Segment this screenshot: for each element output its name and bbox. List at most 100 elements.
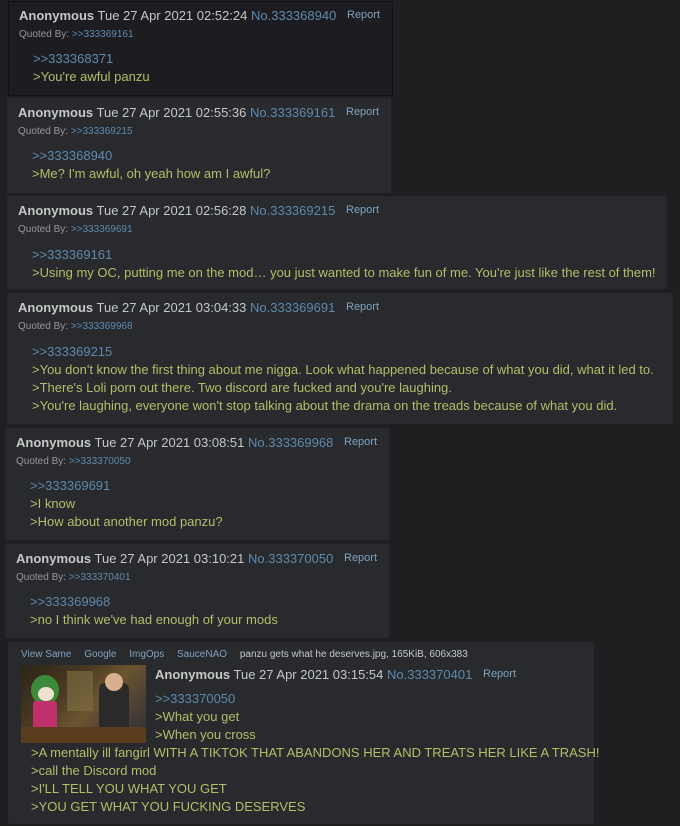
greentext-line: >There's Loli porn out there. Two discor… — [32, 380, 452, 395]
backlink[interactable]: >>333370401 — [69, 572, 131, 583]
greentext-line: >A mentally ill fangirl WITH A TIKTOK TH… — [31, 745, 600, 760]
greentext-line: >You're laughing, everyone won't stop ta… — [32, 398, 618, 413]
greentext-line: >I'LL TELL YOU WHAT YOU GET — [31, 781, 227, 796]
report-button[interactable]: Report — [483, 668, 516, 680]
quoted-by-label: Quoted By: — [18, 321, 69, 332]
backlink[interactable]: >>333370050 — [69, 456, 131, 467]
post-message: >>333369968 >no I think we've had enough… — [30, 593, 278, 629]
post-header: Anonymous Tue 27 Apr 2021 03:10:21 No.33… — [16, 551, 333, 566]
post-date: Tue 27 Apr 2021 03:08:51 — [94, 435, 245, 450]
post-date: Tue 27 Apr 2021 02:52:24 — [97, 8, 248, 23]
post-date: Tue 27 Apr 2021 03:10:21 — [94, 551, 245, 566]
poster-name: Anonymous — [16, 551, 92, 566]
post: Anonymous Tue 27 Apr 2021 03:08:51 No.33… — [5, 428, 389, 540]
quote-link[interactable]: >>333369215 — [32, 343, 654, 361]
post-number-link[interactable]: No.333370050 — [248, 551, 333, 566]
post-date: Tue 27 Apr 2021 02:55:36 — [96, 105, 247, 120]
poster-name: Anonymous — [18, 300, 94, 315]
backlink[interactable]: >>333369968 — [71, 321, 133, 332]
post: Anonymous Tue 27 Apr 2021 02:55:36 No.33… — [7, 98, 391, 193]
quote-link[interactable]: >>333369161 — [32, 246, 656, 264]
saucenao-link[interactable]: SauceNAO — [177, 649, 227, 660]
thumb-figure-2-head — [105, 673, 123, 691]
quoted-by: Quoted By: >>333369161 — [19, 29, 134, 40]
post-message: >>333368940 >Me? I'm awful, oh yeah how … — [32, 147, 270, 183]
post-header: Anonymous Tue 27 Apr 2021 02:55:36 No.33… — [18, 105, 335, 120]
backlink[interactable]: >>333369161 — [72, 29, 134, 40]
poster-name: Anonymous — [18, 203, 94, 218]
poster-name: Anonymous — [19, 8, 95, 23]
post-number-link[interactable]: No.333369215 — [250, 203, 335, 218]
file-info: View Same Google ImgOps SauceNAO panzu g… — [21, 649, 468, 660]
greentext-line: >You're awful panzu — [33, 69, 150, 84]
post-header: Anonymous Tue 27 Apr 2021 02:52:24 No.33… — [19, 8, 336, 23]
poster-name: Anonymous — [18, 105, 94, 120]
post-message: >>333369691 >I know >How about another m… — [30, 477, 223, 531]
post-message-continued: >A mentally ill fangirl WITH A TIKTOK TH… — [31, 744, 599, 816]
quote-link[interactable]: >>333368371 — [33, 50, 150, 68]
post-header: Anonymous Tue 27 Apr 2021 03:08:51 No.33… — [16, 435, 333, 450]
quote-link[interactable]: >>333369968 — [30, 593, 278, 611]
quoted-by: Quoted By: >>333370401 — [16, 572, 131, 583]
report-button[interactable]: Report — [346, 106, 379, 118]
post-message: >>333370050 >What you get >When you cros… — [155, 690, 256, 744]
post-number-link[interactable]: No.333369968 — [248, 435, 333, 450]
greentext-line: >call the Discord mod — [31, 763, 157, 778]
quoted-by: Quoted By: >>333370050 — [16, 456, 131, 467]
file-meta: , 165KiB, 606x383 — [386, 649, 468, 660]
poster-name: Anonymous — [155, 667, 231, 682]
image-thumbnail[interactable] — [21, 665, 146, 743]
post-number-link[interactable]: No.333369161 — [250, 105, 335, 120]
report-button[interactable]: Report — [344, 552, 377, 564]
report-button[interactable]: Report — [344, 436, 377, 448]
file-name-link[interactable]: panzu gets what he deserves.jpg — [240, 649, 386, 660]
quoted-by-label: Quoted By: — [16, 572, 67, 583]
greentext-line: >YOU GET WHAT YOU FUCKING DESERVES — [31, 799, 306, 814]
greentext-line: >Using my OC, putting me on the mod… you… — [32, 265, 656, 280]
post: Anonymous Tue 27 Apr 2021 02:56:28 No.33… — [7, 196, 667, 289]
post-number-link[interactable]: No.333369691 — [250, 300, 335, 315]
view-same-link[interactable]: View Same — [21, 649, 71, 660]
thumb-desk — [21, 727, 146, 743]
post-message: >>333368371 >You're awful panzu — [33, 50, 150, 86]
post-date: Tue 27 Apr 2021 02:56:28 — [96, 203, 247, 218]
poster-name: Anonymous — [16, 435, 92, 450]
quoted-by: Quoted By: >>333369215 — [18, 126, 133, 137]
report-button[interactable]: Report — [346, 301, 379, 313]
quote-link[interactable]: >>333370050 — [155, 690, 256, 708]
post-message: >>333369215 >You don't know the first th… — [32, 343, 654, 415]
post-number-link[interactable]: No.333368940 — [251, 8, 336, 23]
report-button[interactable]: Report — [346, 204, 379, 216]
greentext-line: >no I think we've had enough of your mod… — [30, 612, 278, 627]
quoted-by-label: Quoted By: — [19, 29, 70, 40]
report-button[interactable]: Report — [347, 9, 380, 21]
quoted-by: Quoted By: >>333369968 — [18, 321, 133, 332]
post-header: Anonymous Tue 27 Apr 2021 03:15:54 No.33… — [155, 667, 472, 682]
post-number-link[interactable]: No.333370401 — [387, 667, 472, 682]
quoted-by: Quoted By: >>333369691 — [18, 224, 133, 235]
greentext-line: >What you get — [155, 709, 240, 724]
post-header: Anonymous Tue 27 Apr 2021 02:56:28 No.33… — [18, 203, 335, 218]
backlink[interactable]: >>333369215 — [71, 126, 133, 137]
post-date: Tue 27 Apr 2021 03:15:54 — [233, 667, 384, 682]
post: View Same Google ImgOps SauceNAO panzu g… — [8, 642, 599, 824]
quote-link[interactable]: >>333368940 — [32, 147, 270, 165]
greentext-line: >You don't know the first thing about me… — [32, 362, 654, 377]
quoted-by-label: Quoted By: — [18, 224, 69, 235]
post-header: Anonymous Tue 27 Apr 2021 03:04:33 No.33… — [18, 300, 335, 315]
post-date: Tue 27 Apr 2021 03:04:33 — [96, 300, 247, 315]
imgops-link[interactable]: ImgOps — [129, 649, 164, 660]
google-link[interactable]: Google — [84, 649, 116, 660]
thumb-figure-face — [38, 687, 54, 701]
quoted-by-label: Quoted By: — [18, 126, 69, 137]
post-message: >>333369161 >Using my OC, putting me on … — [32, 246, 656, 282]
post: Anonymous Tue 27 Apr 2021 03:10:21 No.33… — [5, 544, 389, 638]
quote-link[interactable]: >>333369691 — [30, 477, 223, 495]
backlink[interactable]: >>333369691 — [71, 224, 133, 235]
greentext-line: >Me? I'm awful, oh yeah how am I awful? — [32, 166, 271, 181]
greentext-line: >I know — [30, 496, 76, 511]
thumb-bg — [67, 671, 93, 711]
greentext-line: >How about another mod panzu? — [30, 514, 223, 529]
post: Anonymous Tue 27 Apr 2021 03:04:33 No.33… — [7, 293, 673, 424]
post: Anonymous Tue 27 Apr 2021 02:52:24 No.33… — [8, 1, 393, 96]
